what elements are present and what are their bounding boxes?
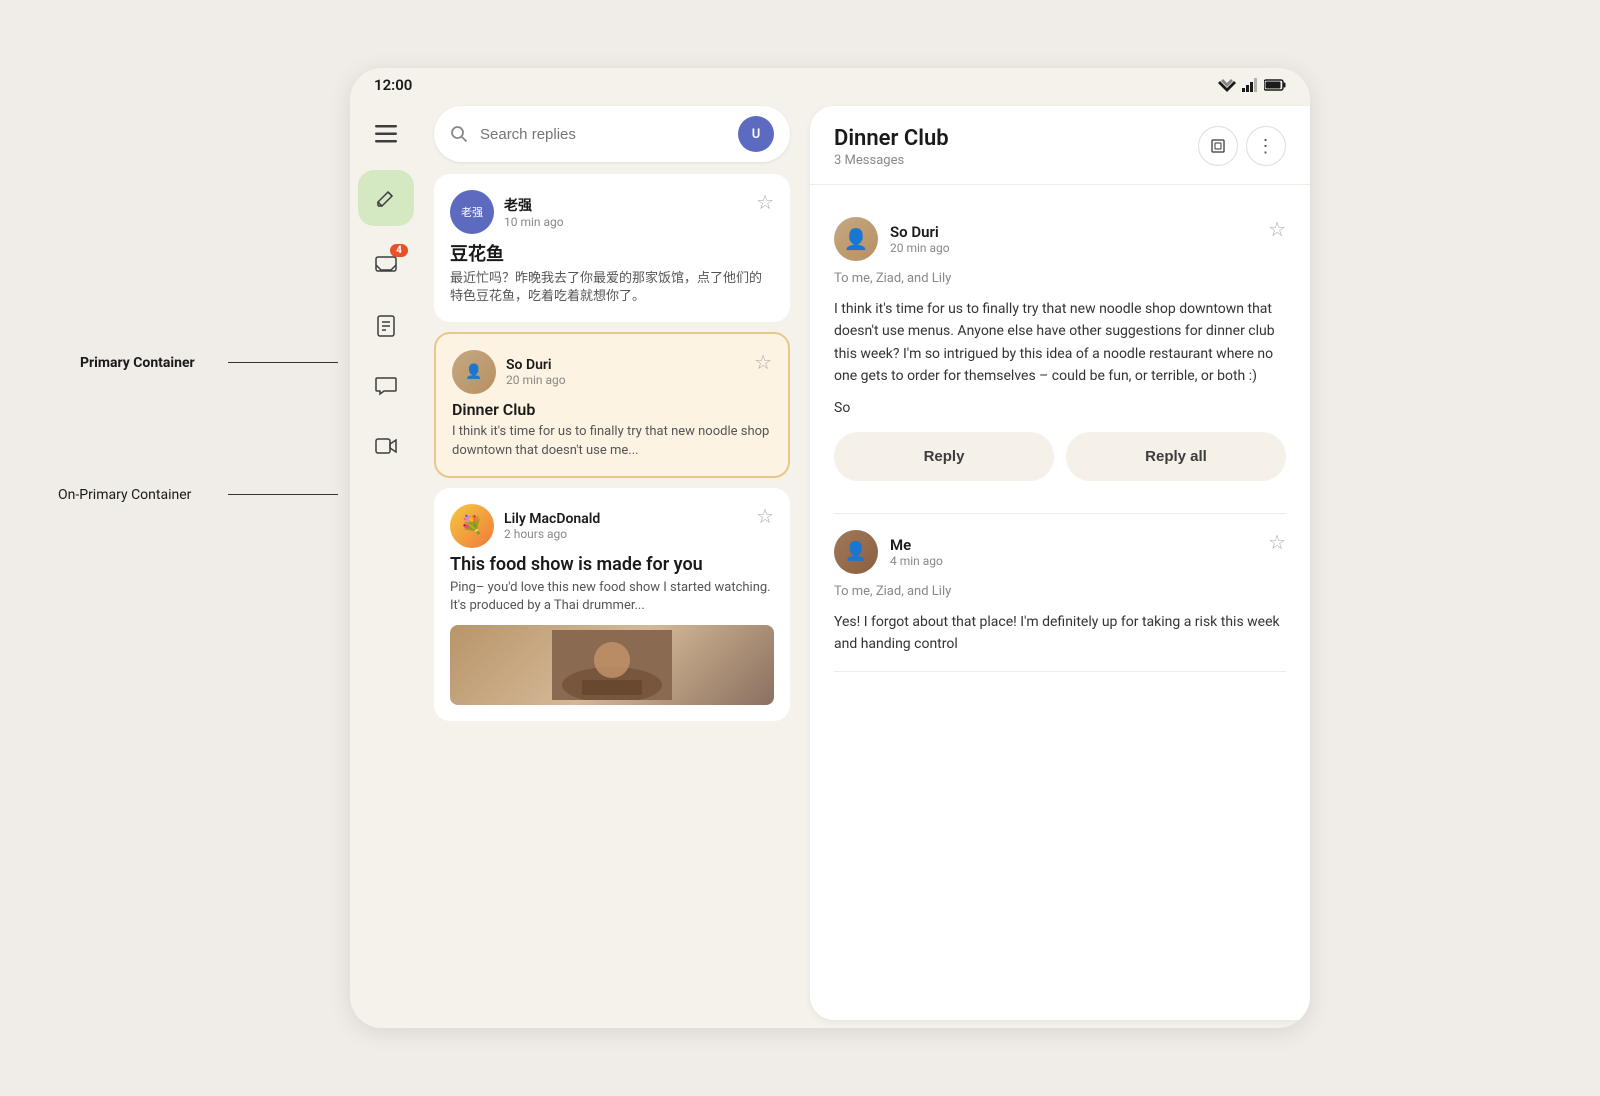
avatar-laoquiang: 老强 xyxy=(450,190,494,234)
search-bar[interactable]: U xyxy=(434,106,790,162)
email-preview-2: I think it's time for us to finally try … xyxy=(452,423,772,459)
star-button-1[interactable]: ☆ xyxy=(756,190,774,214)
star-button-2[interactable]: ☆ xyxy=(754,350,772,374)
avatar-lily: 💐 xyxy=(450,504,494,548)
wifi-icon xyxy=(1218,78,1236,92)
status-bar: 12:00 xyxy=(350,68,1310,98)
expand-icon xyxy=(1210,138,1226,154)
email-preview-1: 最近忙吗？昨晚我去了你最爱的那家饭馆，点了他们的特色豆花鱼，吃着吃着就想你了。 xyxy=(450,270,774,306)
email-item-lily[interactable]: 💐 Lily MacDonald 2 hours ago ☆ This food… xyxy=(434,488,790,721)
search-icon xyxy=(450,125,468,143)
sidebar-item-inbox[interactable]: 4 xyxy=(358,238,414,294)
inbox-icon xyxy=(375,256,397,276)
message-item-me: 👤 Me 4 min ago ☆ To me, Ziad, and Lily Y… xyxy=(834,514,1286,673)
star-button-3[interactable]: ☆ xyxy=(756,504,774,528)
msg-avatar-me: 👤 xyxy=(834,530,878,574)
msg-avatar-soduri: 👤 xyxy=(834,217,878,261)
email-detail-panel: Dinner Club 3 Messages ⋮ xyxy=(810,106,1310,1020)
expand-button[interactable] xyxy=(1198,126,1238,166)
nav-rail: 4 xyxy=(350,98,422,1028)
preview-image-placeholder-svg xyxy=(552,630,672,700)
time-ago-1: 10 min ago xyxy=(504,215,564,229)
sidebar-item-chat[interactable] xyxy=(358,358,414,414)
inbox-badge: 4 xyxy=(390,244,408,257)
compose-button[interactable] xyxy=(358,170,414,226)
msg-to-2: To me, Ziad, and Lily xyxy=(834,584,1286,599)
email-item-laoquiang[interactable]: 老强 老强 10 min ago ☆ 豆花鱼 最近忙吗？昨晚我去了你最爱的那家饭… xyxy=(434,174,790,322)
time-ago-3: 2 hours ago xyxy=(504,527,600,541)
msg-signature-1: So xyxy=(834,400,1286,416)
phone-frame: 12:00 xyxy=(350,68,1310,1028)
msg-body-1: I think it's time for us to finally try … xyxy=(834,298,1286,388)
time-ago-2: 20 min ago xyxy=(506,373,566,387)
detail-message-count: 3 Messages xyxy=(834,153,949,168)
sender-name-3: Lily MacDonald xyxy=(504,511,600,527)
msg-time-2: 4 min ago xyxy=(890,554,943,568)
email-item-soduri[interactable]: 👤 So Duri 20 min ago ☆ Dinner Club I thi… xyxy=(434,332,790,477)
email-preview-image xyxy=(450,625,774,705)
email-preview-3: Ping– you'd love this new food show I st… xyxy=(450,579,774,615)
more-options-button[interactable]: ⋮ xyxy=(1246,126,1286,166)
detail-header: Dinner Club 3 Messages ⋮ xyxy=(810,106,1310,185)
main-content: 4 xyxy=(350,98,1310,1028)
msg-sender-1: So Duri xyxy=(890,223,950,241)
search-input[interactable] xyxy=(480,126,726,143)
sidebar-item-notes[interactable] xyxy=(358,298,414,354)
on-primary-container-line xyxy=(228,494,338,495)
primary-container-line xyxy=(228,362,338,363)
signal-icon xyxy=(1242,78,1258,92)
email-list-panel: U 老强 老强 xyxy=(422,98,802,1028)
message-item-soduri: 👤 So Duri 20 min ago ☆ To me, Ziad, and … xyxy=(834,201,1286,514)
sender-name-2: So Duri xyxy=(506,357,566,373)
msg-sender-2: Me xyxy=(890,536,943,554)
reply-all-button[interactable]: Reply all xyxy=(1066,432,1286,481)
page-wrapper: Primary Container On-Primary Container 1… xyxy=(0,0,1600,1096)
sidebar-item-menu[interactable] xyxy=(358,106,414,162)
label-on-primary-container: On-Primary Container xyxy=(58,487,191,503)
detail-actions: ⋮ xyxy=(1198,126,1286,166)
video-icon xyxy=(375,437,397,455)
msg-to-1: To me, Ziad, and Lily xyxy=(834,271,1286,286)
email-subject-1: 豆花鱼 xyxy=(450,240,774,266)
menu-icon xyxy=(375,125,397,143)
sidebar-item-video[interactable] xyxy=(358,418,414,474)
email-messages: 👤 So Duri 20 min ago ☆ To me, Ziad, and … xyxy=(810,185,1310,1020)
email-subject-3: This food show is made for you xyxy=(450,554,774,575)
email-subject-2: Dinner Club xyxy=(452,400,772,419)
chat-icon xyxy=(375,376,397,396)
label-primary-container: Primary Container xyxy=(80,355,195,371)
msg-star-2[interactable]: ☆ xyxy=(1268,530,1286,554)
notes-icon xyxy=(376,315,396,337)
user-avatar[interactable]: U xyxy=(738,116,774,152)
msg-time-1: 20 min ago xyxy=(890,241,950,255)
msg-body-2: Yes! I forgot about that place! I'm defi… xyxy=(834,611,1286,656)
status-icons xyxy=(1218,78,1286,92)
sender-name-1: 老强 xyxy=(504,195,564,215)
email-list: 老强 老强 10 min ago ☆ 豆花鱼 最近忙吗？昨晚我去了你最爱的那家饭… xyxy=(422,174,802,1028)
reply-buttons: Reply Reply all xyxy=(834,416,1286,497)
battery-icon xyxy=(1264,79,1286,91)
status-time: 12:00 xyxy=(374,76,412,94)
avatar-soduri-list: 👤 xyxy=(452,350,496,394)
msg-star-1[interactable]: ☆ xyxy=(1268,217,1286,241)
detail-title: Dinner Club xyxy=(834,126,949,151)
reply-button[interactable]: Reply xyxy=(834,432,1054,481)
compose-icon xyxy=(376,188,396,208)
